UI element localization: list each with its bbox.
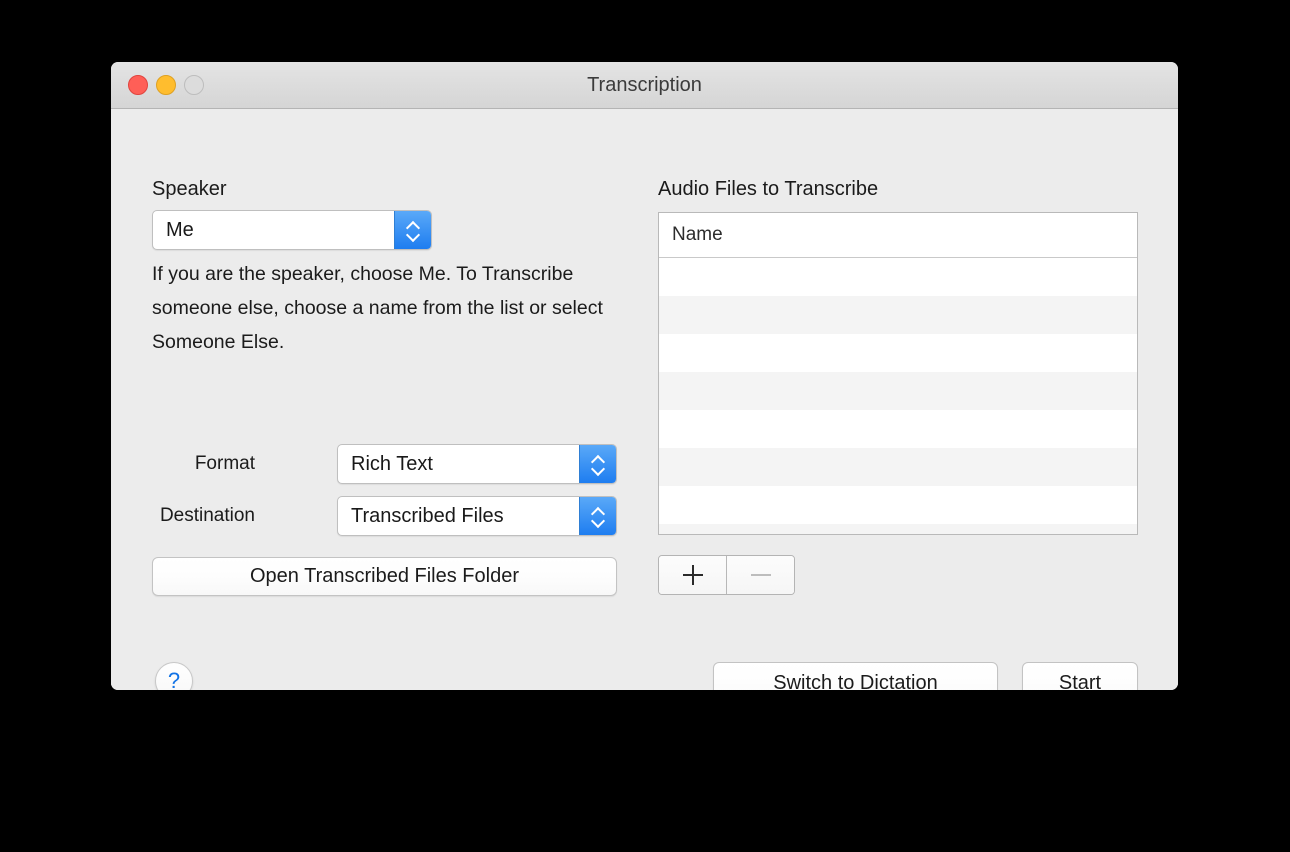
window-content: Speaker Me If you are the speaker, choos… <box>111 109 1178 690</box>
destination-stepper-icon[interactable] <box>579 497 616 535</box>
speaker-stepper-icon[interactable] <box>394 211 431 249</box>
table-row[interactable] <box>659 296 1137 334</box>
start-button[interactable]: Start <box>1022 662 1138 690</box>
minus-icon <box>750 573 771 577</box>
table-row[interactable] <box>659 258 1137 296</box>
open-transcribed-files-folder-button[interactable]: Open Transcribed Files Folder <box>152 557 617 596</box>
table-row[interactable] <box>659 372 1137 410</box>
speaker-select[interactable]: Me <box>152 210 432 250</box>
table-row[interactable] <box>659 524 1137 534</box>
audio-files-section-title: Audio Files to Transcribe <box>658 178 879 200</box>
add-file-button[interactable] <box>659 556 726 594</box>
format-label: Format <box>194 453 255 474</box>
plus-icon <box>682 565 703 585</box>
destination-label: Destination <box>159 505 255 526</box>
table-body[interactable] <box>659 258 1137 534</box>
table-row[interactable] <box>659 410 1137 448</box>
chevron-down-icon <box>592 518 605 525</box>
switch-to-dictation-button[interactable]: Switch to Dictation <box>713 662 998 690</box>
chevron-down-icon <box>407 232 420 239</box>
remove-file-button <box>726 556 794 594</box>
speaker-select-value: Me <box>166 218 194 241</box>
window-titlebar: Transcription <box>111 62 1178 109</box>
speaker-help-text: If you are the speaker, choose Me. To Tr… <box>152 263 603 353</box>
help-button[interactable]: ? <box>155 662 193 690</box>
format-stepper-icon[interactable] <box>579 445 616 483</box>
format-select-value: Rich Text <box>351 452 433 475</box>
window-title: Transcription <box>587 74 702 96</box>
table-row[interactable] <box>659 448 1137 486</box>
column-header-name: Name <box>672 224 723 245</box>
table-row[interactable] <box>659 486 1137 524</box>
table-header-row: Name <box>659 213 1137 258</box>
transcription-window: Transcription Speaker Me If you are the … <box>111 62 1178 690</box>
table-action-segmented-control[interactable] <box>658 555 795 595</box>
audio-files-table[interactable]: Name <box>658 212 1138 535</box>
chevron-down-icon <box>592 466 605 473</box>
table-row[interactable] <box>659 334 1137 372</box>
speaker-label: Speaker <box>152 178 227 200</box>
format-select[interactable]: Rich Text <box>337 444 617 484</box>
destination-select[interactable]: Transcribed Files <box>337 496 617 536</box>
destination-select-value: Transcribed Files <box>351 504 504 527</box>
